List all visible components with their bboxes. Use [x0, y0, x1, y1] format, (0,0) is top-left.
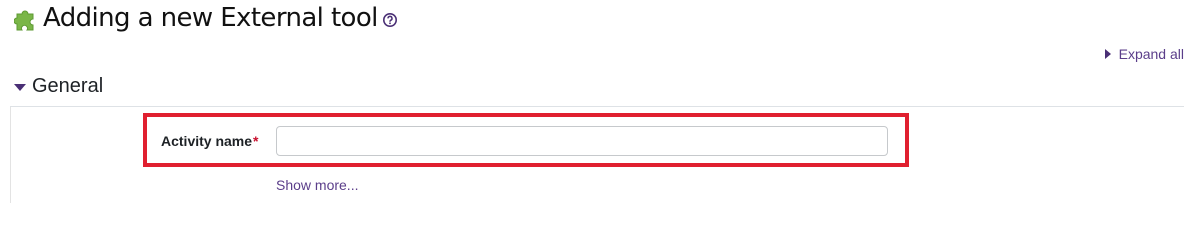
section-divider — [10, 106, 1184, 107]
caret-right-icon — [1104, 49, 1111, 59]
activity-name-input[interactable] — [276, 126, 888, 156]
expand-all-label: Expand all — [1118, 46, 1184, 62]
show-more-link[interactable]: Show more... — [276, 177, 358, 193]
required-marker: * — [253, 133, 259, 149]
page-header: Adding a new External tool — [13, 0, 397, 36]
activity-name-label: Activity name* — [161, 132, 259, 150]
question-circle-icon[interactable] — [382, 13, 397, 27]
left-divider — [10, 106, 11, 203]
section-title: General — [32, 75, 104, 97]
caret-down-icon — [14, 83, 26, 91]
page: Adding a new External tool Expand all Ge… — [0, 0, 1190, 203]
expand-all-link[interactable]: Expand all — [1104, 46, 1184, 62]
page-title: Adding a new External tool — [43, 3, 378, 33]
section-header-general[interactable]: General — [14, 72, 103, 100]
puzzle-icon — [13, 5, 40, 31]
activity-name-label-text: Activity name — [161, 133, 253, 149]
